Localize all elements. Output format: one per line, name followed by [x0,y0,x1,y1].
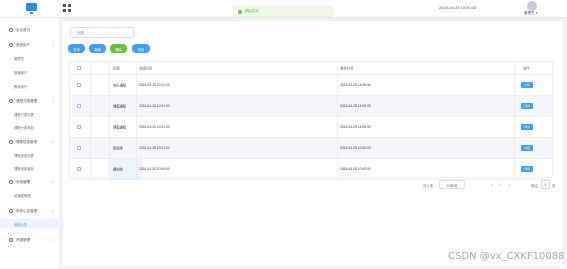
gear-icon [9,180,13,184]
clock-icon [9,28,13,32]
sidebar-item-system[interactable]: 系统管理 ∧ [0,177,60,187]
goto-label: 前往 [531,184,538,188]
row-checkbox[interactable] [77,167,81,171]
column-divider [337,62,338,177]
sidebar-item-announcement[interactable]: 系统公告管理 ∧ [0,206,60,216]
toast-text: 删除成功 [245,9,259,13]
current-page[interactable]: 1 [499,183,501,187]
next-page-button[interactable]: › [509,183,510,187]
table-row[interactable]: 快乐通知 2024-04-25 10:21:00 2024-04-25 14:0… [70,75,552,96]
bell-icon [9,209,13,213]
top-bar: 删除成功 2024-04-25 13:30:43 管理员 ▾ [0,0,567,18]
sidebar-item-dashboard[interactable]: 后台首页 [0,25,60,35]
book-icon [9,140,13,144]
chevron-up-icon: ∧ [52,209,55,213]
sidebar-subitem-admin[interactable]: 管理员 [0,53,60,62]
sidebar-subitem-category-list[interactable]: 课程分类列表 [0,109,60,118]
chevron-down-icon: ∨ [52,238,55,242]
row-checkbox[interactable] [77,83,81,87]
select-all-checkbox[interactable] [77,66,81,70]
sidebar-subitem-category-add[interactable]: 课程分类添加 [0,122,60,131]
watermark: CSDN @vx_CXKF10088 [448,251,565,262]
sidebar-subitem-teacher[interactable]: 教师用户 [0,81,60,90]
row-checkbox[interactable] [77,125,81,129]
detail-button[interactable]: 详情 [521,124,533,130]
table-row[interactable]: 课程通知 2024-04-25 10:21:00 2024-04-25 14:0… [70,96,552,117]
detail-button[interactable]: 详情 [521,82,533,88]
user-icon [9,43,13,47]
user-menu[interactable]: 管理员 ▾ [524,11,537,16]
sidebar-item-course-info[interactable]: 课程信息管理 ∧ [0,137,60,147]
table-row[interactable]: 课程通知 2024-04-25 10:21:00 2024-04-25 14:0… [70,117,552,138]
sidebar-subitem-carousel[interactable]: 轮播图管理 [0,190,60,199]
table-header: 标题 创建时间 更新时间 操作 [70,62,552,75]
sidebar-item-resources[interactable]: 资源管理 ∨ [0,235,60,245]
row-checkbox[interactable] [77,146,81,150]
table-row[interactable]: 新闻事 2024-04-25 10:21:00 2024-04-25 10:06… [70,138,552,159]
sidebar-item-users[interactable]: 系统用户 ∧ [0,40,60,50]
main-panel: 标题 查询 新增 删除 导出 标题 创建时间 更新时间 操作 快乐通知 2024… [63,21,563,266]
sidebar-item-course-category[interactable]: 课程分类管理 ∧ [0,96,60,106]
column-divider [136,62,137,177]
success-icon [238,10,242,14]
chevron-up-icon: ∧ [52,99,55,103]
folder-icon [9,99,13,103]
grid-menu-icon[interactable] [63,4,71,12]
chevron-up-icon: ∧ [52,140,55,144]
row-checkbox[interactable] [77,104,81,108]
sidebar-subitem-course-add[interactable]: 课程信息添加 [0,163,60,172]
page-size-select[interactable]: 10条/页 [439,180,465,189]
sidebar-subitem-announcement[interactable]: 系统公告 [0,219,60,228]
sidebar-subitem-normal-user[interactable]: 普通用户 [0,67,60,76]
column-divider [514,62,515,177]
column-divider [90,62,91,177]
delete-button[interactable]: 删除 [110,44,127,53]
detail-button[interactable]: 详情 [521,145,533,151]
sidebar-subitem-course-list[interactable]: 课程信息列表 [0,150,60,159]
query-button[interactable]: 查询 [68,44,85,53]
page-suffix: 页 [552,184,556,188]
export-button[interactable]: 导出 [132,44,150,53]
add-button[interactable]: 新增 [89,44,106,53]
avatar[interactable] [527,1,537,11]
announcement-table: 标题 创建时间 更新时间 操作 快乐通知 2024-04-25 10:21:00… [69,61,553,180]
goto-page-input[interactable]: 1 [541,180,550,189]
column-divider [109,62,110,177]
chevron-up-icon: ∧ [52,180,55,184]
box-icon [9,238,13,242]
monitor-logo-icon [26,3,37,14]
success-toast: 删除成功 [233,6,333,17]
table-row[interactable]: 通知信 2024-04-25 10:00:00 2024-04-25 10:00… [70,159,552,180]
chevron-up-icon: ∧ [52,43,55,47]
detail-button[interactable]: 详情 [521,103,533,109]
search-input[interactable]: 标题 [70,27,134,38]
sidebar: 后台首页 系统用户 ∧ 管理员 普通用户 教师用户 课程分类管理 ∧ 课程分类列… [0,18,60,269]
prev-page-button[interactable]: ‹ [491,183,492,187]
pagination-total: 共 5 条 [423,184,434,188]
current-datetime: 2024-04-25 13:30:43 [439,5,477,10]
detail-button[interactable]: 详情 [521,166,533,172]
